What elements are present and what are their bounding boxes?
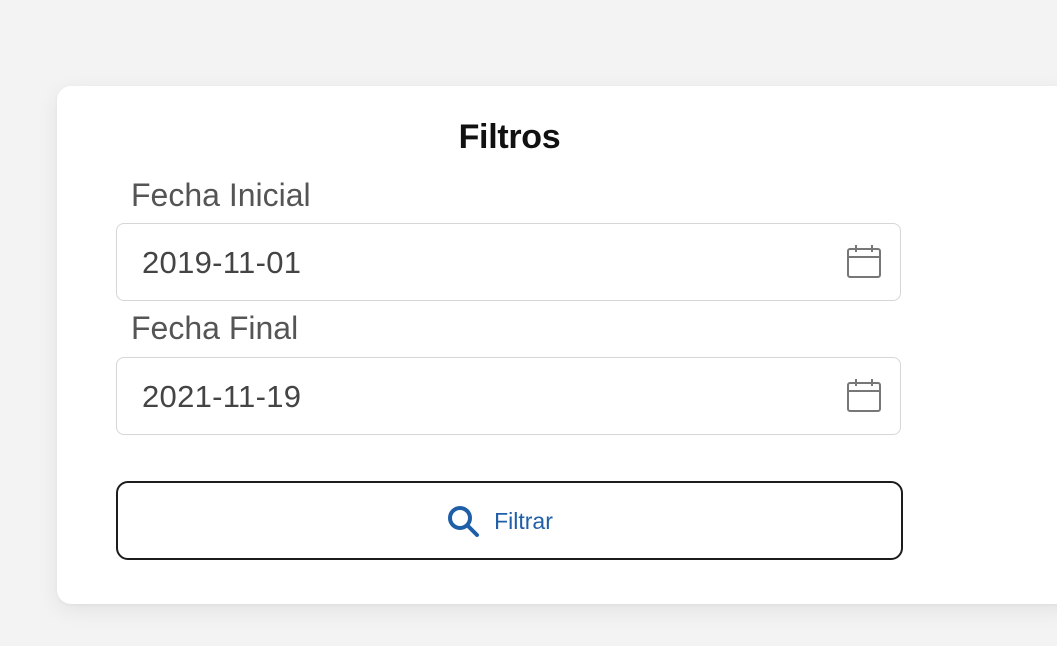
end-date-input[interactable]: 2021-11-19 [116, 357, 901, 435]
end-date-value: 2021-11-19 [142, 379, 302, 414]
start-date-value: 2019-11-01 [142, 245, 302, 280]
end-date-label: Fecha Final [131, 310, 299, 346]
calendar-icon[interactable] [846, 378, 882, 414]
filter-button-label: Filtrar [494, 507, 553, 534]
search-icon [446, 504, 480, 538]
filter-button[interactable]: Filtrar [116, 481, 903, 560]
start-date-input[interactable]: 2019-11-01 [116, 223, 901, 301]
calendar-icon[interactable] [846, 244, 882, 280]
filters-title: Filtros [458, 118, 561, 156]
start-date-label: Fecha Inicial [131, 177, 311, 213]
